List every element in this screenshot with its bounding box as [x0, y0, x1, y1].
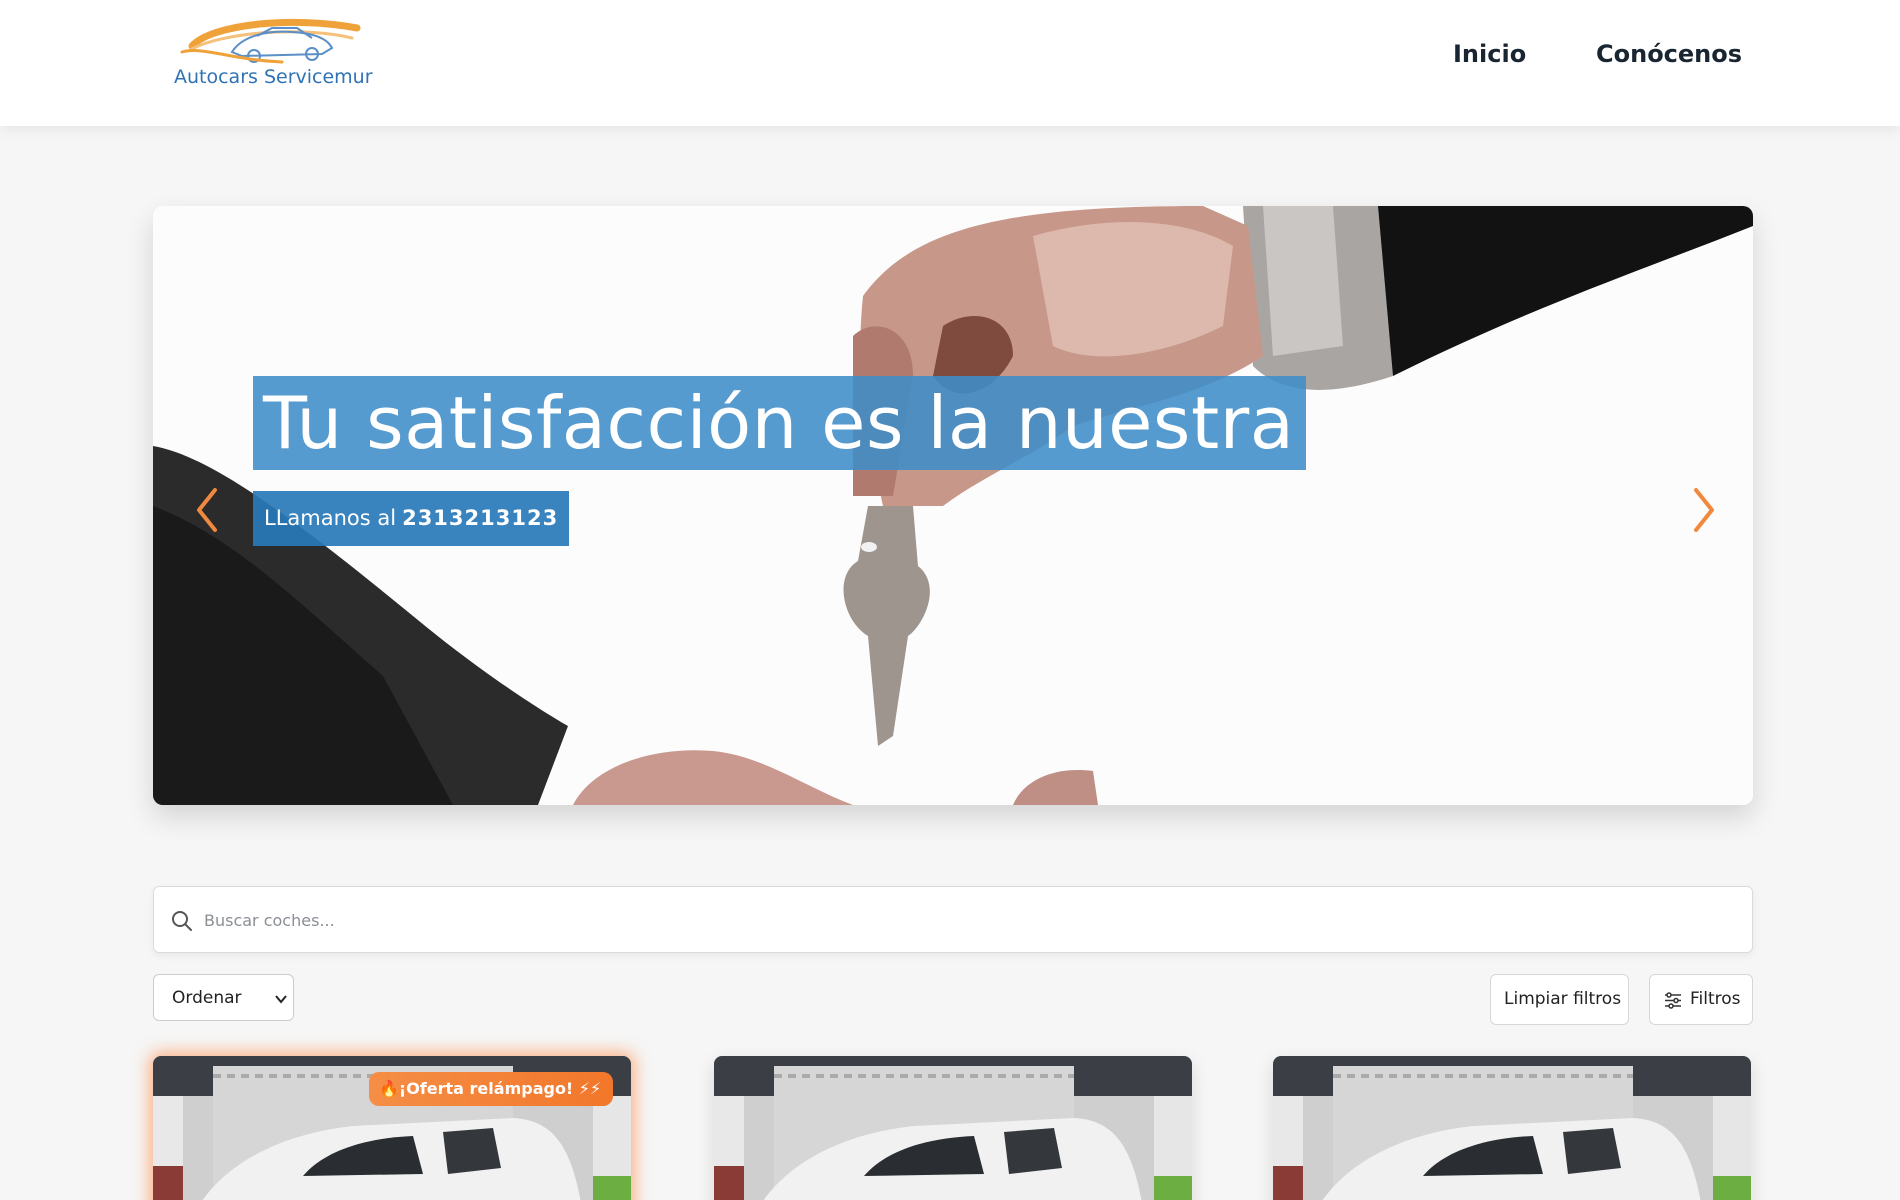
carousel-prev-button[interactable] [187, 482, 227, 538]
brand-name: Autocars Servicemur [174, 66, 373, 88]
search-bar [153, 886, 1753, 953]
filters-label: Filtros [1690, 989, 1741, 1009]
hero-contact: LLamanos al 2313213123 [253, 491, 570, 546]
hero-contact-label: LLamanos al [264, 506, 397, 530]
chevron-right-icon [1694, 488, 1714, 532]
sort-select[interactable]: Ordenar [153, 974, 294, 1021]
chevron-left-icon [197, 488, 217, 532]
car-card[interactable] [714, 1056, 1192, 1200]
filters-button[interactable]: Filtros [1649, 974, 1753, 1025]
chevron-down-icon [275, 995, 287, 1004]
site-header: Autocars Servicemur Inicio Conócenos [0, 0, 1900, 126]
car-card[interactable] [1273, 1056, 1751, 1200]
hero-carousel: Tu satisfacción es la nuestra LLamanos a… [153, 206, 1753, 805]
search-input[interactable] [204, 899, 1724, 941]
car-photo [1273, 1056, 1751, 1200]
hero-title: Tu satisfacción es la nuestra [253, 376, 1307, 470]
car-logo-icon [180, 18, 361, 64]
carousel-next-button[interactable] [1684, 482, 1724, 538]
sliders-icon [1665, 992, 1681, 1009]
hero-phone: 2313213123 [402, 506, 559, 530]
search-icon [172, 911, 192, 931]
car-card[interactable]: 🔥¡Oferta relámpago! ⚡⚡ [153, 1056, 631, 1200]
flash-offer-badge: 🔥¡Oferta relámpago! ⚡⚡ [369, 1072, 614, 1106]
brand-logo[interactable]: Autocars Servicemur [172, 16, 377, 96]
nav-conocenos[interactable]: Conócenos [1596, 40, 1742, 68]
sort-label: Ordenar [172, 988, 242, 1008]
clear-filters-button[interactable]: Limpiar filtros [1490, 974, 1629, 1025]
nav-inicio[interactable]: Inicio [1453, 40, 1526, 68]
car-photo [714, 1056, 1192, 1200]
